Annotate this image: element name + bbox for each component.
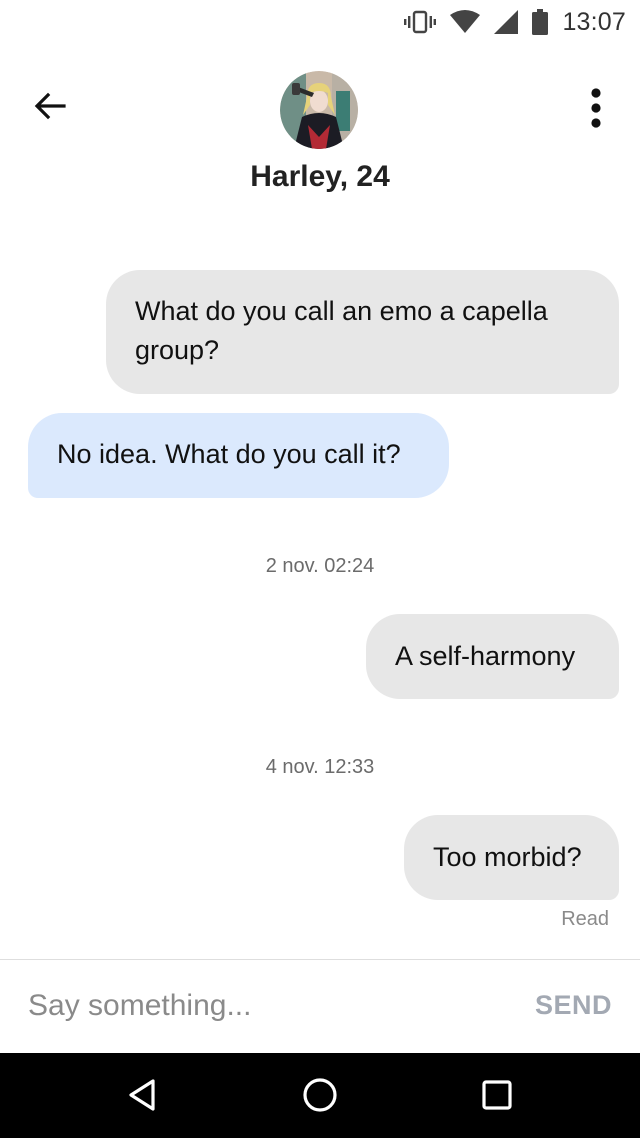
status-bar: 13:07 <box>0 0 640 44</box>
wifi-icon <box>450 10 481 34</box>
nav-recents-button[interactable] <box>475 1075 519 1119</box>
system-nav-bar <box>0 1053 640 1138</box>
nav-back-icon <box>127 1078 157 1117</box>
status-icons: 13:07 <box>404 8 626 36</box>
back-button[interactable] <box>26 84 74 132</box>
message-composer: SEND <box>0 959 640 1053</box>
cell-signal-icon <box>494 10 519 34</box>
nav-home-icon <box>302 1077 338 1118</box>
avatar[interactable] <box>280 71 358 149</box>
message-input[interactable] <box>16 982 486 1030</box>
send-button[interactable]: SEND <box>535 990 612 1021</box>
read-receipt: Read <box>561 908 609 930</box>
message-bubble-outgoing[interactable]: Too morbid? <box>404 815 619 900</box>
contact-name[interactable]: Harley, 24 <box>0 160 640 194</box>
more-vertical-icon <box>590 87 602 133</box>
profile-photo <box>280 71 358 149</box>
nav-recents-icon <box>481 1079 513 1116</box>
arrow-left-icon <box>34 92 66 125</box>
message-bubble-outgoing[interactable]: What do you call an emo a capella group? <box>106 270 619 394</box>
message-bubble-incoming[interactable]: No idea. What do you call it? <box>28 413 449 498</box>
nav-back-button[interactable] <box>120 1075 164 1119</box>
nav-home-button[interactable] <box>298 1075 342 1119</box>
message-timestamp: 2 nov. 02:24 <box>265 555 375 577</box>
battery-icon <box>532 9 549 35</box>
more-options-button[interactable] <box>572 84 620 136</box>
vibrate-icon <box>404 10 437 34</box>
message-timestamp: 4 nov. 12:33 <box>265 756 375 778</box>
message-bubble-outgoing[interactable]: A self-harmony <box>366 614 619 699</box>
status-time: 13:07 <box>562 7 626 36</box>
